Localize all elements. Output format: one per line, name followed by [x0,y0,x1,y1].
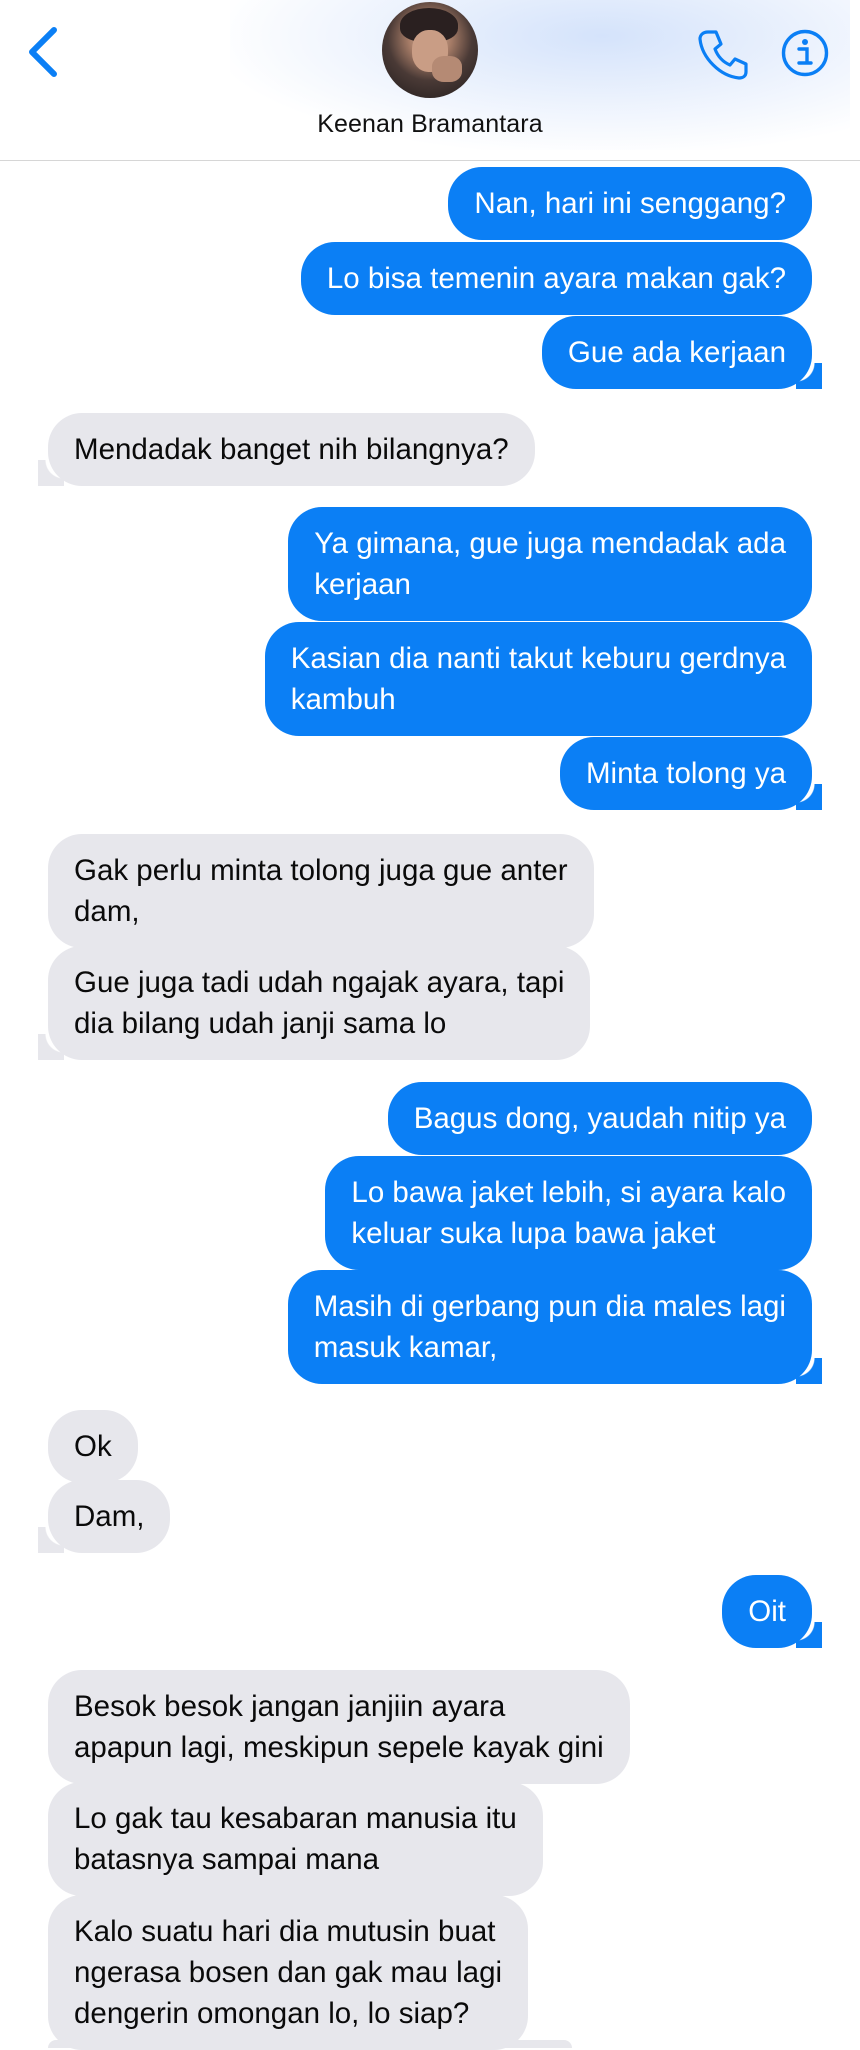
info-button[interactable] [780,28,830,78]
message-bubble-sent[interactable]: Oit [722,1575,822,1648]
contact-avatar[interactable] [382,2,478,98]
message-bubble-sent[interactable]: Minta tolong ya [559,737,823,810]
message-bubble-received[interactable]: Mendadak banget nih bilangnya? [38,413,535,486]
message-bubble-sent[interactable]: Bagus dong, yaudah nitip ya [387,1082,812,1155]
message-bubble-received[interactable]: Besok besok jangan janjiin ayara apapun … [48,1670,630,1784]
message-bubble-sent[interactable]: Kasian dia nanti takut keburu gerdnya ka… [264,622,812,736]
message-bubble-sent[interactable]: Lo bisa temenin ayara makan gak? [300,242,812,315]
message-bubble-sent[interactable]: Lo bawa jaket lebih, si ayara kalo kelua… [325,1156,812,1270]
message-bubble-received[interactable]: Ok [48,1410,138,1483]
avatar-photo-detail [432,56,462,82]
message-bubble-received[interactable]: Gak perlu minta tolong juga gue anter da… [48,834,594,948]
partially-visible-message [48,2040,572,2048]
message-bubble-received[interactable]: Kalo suatu hari dia mutusin buat ngerasa… [48,1895,529,2050]
message-bubble-sent[interactable]: Masih di gerbang pun dia males lagi masu… [287,1270,823,1384]
message-bubble-sent[interactable]: Nan, hari ini senggang? [448,167,812,240]
chevron-left-icon [29,27,57,77]
message-thread[interactable]: Nan, hari ini senggang? Lo bisa temenin … [0,0,860,2050]
message-bubble-received[interactable]: Dam, [37,1480,171,1553]
message-bubble-sent[interactable]: Ya gimana, gue juga mendadak ada kerjaan [288,507,812,621]
message-bubble-received[interactable]: Gue juga tadi udah ngajak ayara, tapi di… [37,946,591,1060]
call-button[interactable] [694,26,750,82]
conversation-header: Keenan Bramantara [0,0,860,161]
message-bubble-received[interactable]: Lo gak tau kesabaran manusia itu batasny… [48,1782,543,1896]
back-button[interactable] [22,24,66,80]
message-bubble-sent[interactable]: Gue ada kerjaan [541,316,823,389]
phone-icon [698,30,748,80]
info-icon [781,29,829,77]
contact-name[interactable]: Keenan Bramantara [0,110,860,139]
